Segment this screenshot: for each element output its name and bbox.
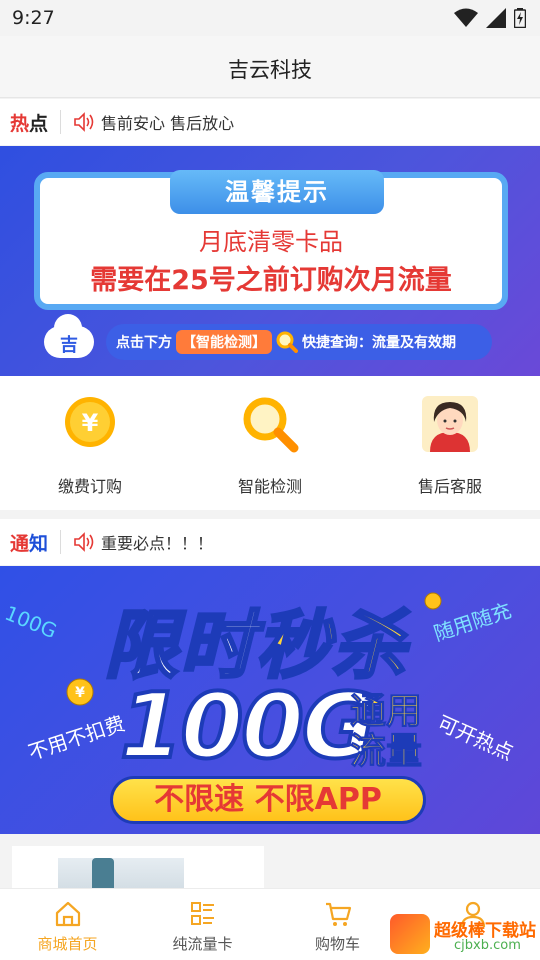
customer-service-avatar-icon — [422, 396, 478, 452]
hot-ticker[interactable]: 热点 售前安心 售后放心 — [0, 99, 540, 145]
tab-data-card[interactable]: 纯流量卡 — [135, 889, 270, 960]
page-title: 吉云科技 — [228, 58, 312, 82]
hot-tag: 热点 — [10, 109, 48, 136]
tip-suffix: 快捷查询：流量及有效期 — [302, 335, 456, 351]
divider — [60, 530, 62, 554]
notice-header: 温馨提示 — [170, 170, 384, 214]
hot-ticker-message: 售前安心 售后放心 — [101, 114, 235, 133]
deco-100g: 100G — [1, 600, 61, 644]
quick-actions: ¥ 缴费订购 智能检测 售后客服 — [0, 376, 540, 510]
speaker-icon — [74, 532, 94, 552]
notice-card: 温馨提示 月底清零卡品 需要在25号之前订购次月流量 — [34, 170, 508, 310]
watermark-overlay: 超级棒下载站 cjbxb.com — [390, 912, 540, 960]
status-bar: 9:27 — [0, 0, 540, 36]
logo-char: 吉 — [60, 335, 78, 356]
promo-side-line2: 流量 — [349, 731, 423, 772]
magnifier-icon — [276, 331, 298, 353]
cart-icon — [326, 902, 352, 926]
tab-label: 纯流量卡 — [172, 935, 233, 953]
magnifier-icon — [243, 397, 299, 453]
quick-action-pay[interactable]: ¥ 缴费订购 — [0, 376, 180, 510]
quick-action-label: 缴费订购 — [57, 477, 122, 496]
tab-home[interactable]: 商城首页 — [0, 889, 135, 960]
promo-bottom-bar: 不限速 不限APP — [110, 776, 426, 824]
watermark-sub: cjbxb.com — [454, 938, 521, 953]
notice-line1: 月底清零卡品 — [199, 228, 343, 256]
deco-right: 可开热点 — [433, 710, 517, 766]
tip-pill: 点击下方 【智能检测】 快捷查询：流量及有效期 — [106, 324, 492, 360]
notice-ticker-message: 重要必点！！！ — [101, 534, 214, 553]
list-icon — [191, 902, 214, 925]
promo-side-text: 通用 流量 — [349, 691, 423, 772]
tab-cart[interactable]: 购物车 — [270, 889, 405, 960]
svg-text:¥: ¥ — [82, 409, 99, 437]
signal-icon — [486, 8, 506, 28]
battery-icon — [514, 8, 526, 28]
tab-label: 购物车 — [314, 935, 360, 953]
svg-text:¥: ¥ — [75, 685, 85, 701]
yuan-coin-icon — [424, 592, 442, 610]
divider — [60, 110, 62, 134]
notice-ticker[interactable]: 通知 重要必点！！！ — [0, 519, 540, 565]
notice-tag-part1: 通 — [10, 532, 30, 555]
watermark-logo-icon — [390, 914, 430, 954]
speaker-icon — [74, 112, 94, 132]
app-bar: 吉云科技 — [0, 36, 540, 98]
notice-tag-part2: 知 — [29, 532, 49, 555]
hot-tag-part1: 热 — [10, 112, 30, 135]
deco-left: 不用不扣费 — [25, 711, 128, 765]
yuan-coin-icon: ¥ — [65, 397, 115, 447]
hot-tag-part2: 点 — [29, 112, 49, 135]
tip-prefix: 点击下方 — [116, 335, 172, 351]
notice-banner[interactable]: 温馨提示 月底清零卡品 需要在25号之前订购次月流量 吉 点击下方 【智能检测】… — [0, 146, 540, 376]
notice-tag: 通知 — [10, 529, 48, 556]
quick-action-service[interactable]: 售后客服 — [360, 376, 540, 510]
yuan-coin-icon: ¥ — [66, 678, 94, 706]
notice-line2: 需要在25号之前订购次月流量 — [90, 265, 452, 296]
wifi-icon — [454, 8, 478, 27]
quick-action-label: 智能检测 — [237, 477, 302, 496]
quick-action-label: 售后客服 — [417, 477, 482, 496]
status-time: 9:27 — [12, 7, 55, 29]
tip-highlight: 【智能检测】 — [176, 330, 272, 354]
cloud-logo-icon: 吉 — [44, 314, 94, 358]
promo-banner[interactable]: 100G 随用随充 不用不扣费 可开热点 ¥ 限时秒杀 100G 通用 流量 不限… — [0, 566, 540, 834]
promo-side-line1: 通用 — [349, 691, 423, 732]
promo-big-text: 100G — [118, 672, 378, 781]
deco-top-right: 随用随充 — [430, 598, 515, 646]
status-icons — [454, 8, 526, 28]
tab-label: 商城首页 — [37, 935, 98, 953]
quick-action-detect[interactable]: 智能检测 — [180, 376, 360, 510]
home-icon — [55, 901, 81, 927]
